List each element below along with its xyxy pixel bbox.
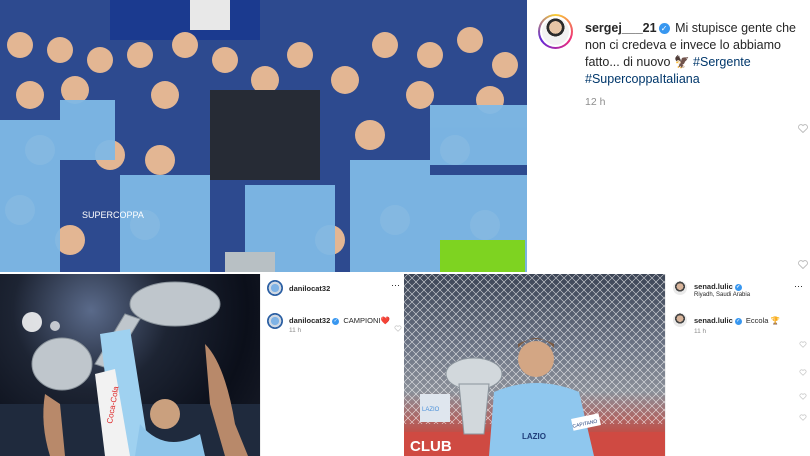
player-trophy-photo: CLUB LAZIO LAZIO CAPITANO xyxy=(404,274,665,456)
eagle-icon: 🦅 xyxy=(673,55,690,69)
profile-avatar[interactable] xyxy=(538,14,573,49)
trophy-photo: Coca-Cola xyxy=(0,274,260,456)
verified-icon: ✓ xyxy=(658,23,670,34)
like-heart-icon[interactable] xyxy=(799,393,807,400)
verified-icon: ✓ xyxy=(734,318,742,325)
verified-icon: ✓ xyxy=(332,318,340,325)
comment-time: 11 h xyxy=(694,328,707,335)
post-comment: danilocat32 ✓ CAMPIONI❤️ xyxy=(289,316,390,325)
comment-avatar[interactable] xyxy=(673,313,687,327)
post-comment: senad.lulic ✓ Eccola 🏆 xyxy=(694,316,780,325)
like-heart-icon[interactable] xyxy=(799,414,807,421)
username: senad.lulic ✓ xyxy=(694,282,742,291)
username[interactable]: danilocat32 xyxy=(289,284,330,293)
like-heart-icon[interactable] xyxy=(799,341,807,348)
team-celebration-photo: SUPERCOPPA xyxy=(0,0,527,272)
heart-emoji-icon: ❤️ xyxy=(380,316,390,325)
post-caption: sergej___21 ✓ Mi stupisce gente che non c… xyxy=(585,20,803,88)
hashtag-supercoppa[interactable]: #SupercoppaItaliana xyxy=(585,72,700,86)
post-side-panel xyxy=(665,274,810,456)
stadium-banner-text: CLUB xyxy=(410,438,452,455)
verified-icon: ✓ xyxy=(734,284,742,291)
hashtag-sergente[interactable]: #Sergente xyxy=(693,55,751,69)
shirt-text: LAZIO xyxy=(522,432,546,441)
comment-time: 11 h xyxy=(289,327,302,334)
like-heart-icon[interactable] xyxy=(798,260,808,269)
more-options-icon[interactable]: ⋯ xyxy=(391,280,400,291)
like-heart-icon[interactable] xyxy=(394,325,402,332)
trophy-emoji-icon: 🏆 xyxy=(770,316,780,325)
comment-text: Eccola xyxy=(745,316,769,325)
post-side-panel xyxy=(260,274,405,456)
photo-banner-text: SUPERCOPPA xyxy=(82,210,144,220)
comment-username[interactable]: senad.lulic xyxy=(694,316,733,325)
comment-username[interactable]: danilocat32 xyxy=(289,316,330,325)
post-time: 12 h xyxy=(585,96,606,108)
location-link[interactable]: Riyadh, Saudi Arabia xyxy=(694,292,750,298)
profile-avatar[interactable] xyxy=(673,281,687,295)
comment-avatar[interactable] xyxy=(267,313,283,329)
profile-avatar[interactable] xyxy=(267,280,283,296)
board-text: LAZIO xyxy=(422,407,440,413)
like-heart-icon[interactable] xyxy=(799,369,807,376)
comment-text: CAMPIONI xyxy=(343,316,381,325)
username[interactable]: sergej___21 xyxy=(585,21,657,35)
more-options-icon[interactable]: ⋯ xyxy=(794,281,803,292)
like-heart-icon[interactable] xyxy=(798,124,808,133)
